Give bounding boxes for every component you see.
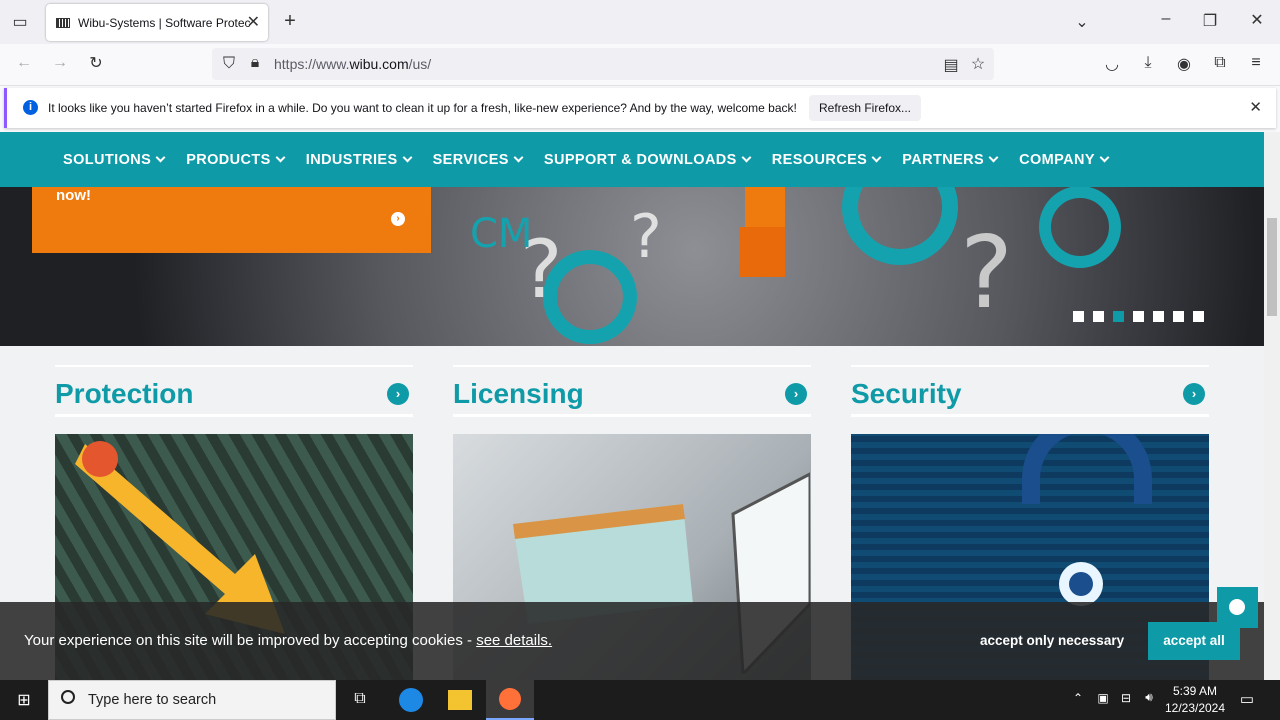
chevron-down-icon <box>741 152 752 163</box>
svg-text:CM: CM <box>470 211 532 257</box>
chevron-down-icon <box>1099 152 1110 163</box>
clock-date: 12/23/2024 <box>1164 701 1226 715</box>
close-notification-icon[interactable]: ✕ <box>1249 98 1262 116</box>
new-tab-icon[interactable]: + <box>280 10 300 33</box>
scrollbar-thumb[interactable] <box>1267 218 1277 316</box>
accept-necessary-button[interactable]: accept only necessary <box>980 633 1124 648</box>
list-tabs-icon[interactable]: ⌄ <box>1072 12 1092 32</box>
close-window-icon[interactable]: ✕ <box>1247 10 1267 30</box>
nav-support-downloads[interactable]: SUPPORT & DOWNLOADS <box>544 152 752 168</box>
downloads-icon[interactable]: ⤓ <box>1138 54 1158 72</box>
taskbar: ⊞ Type here to search ⧉ ⌃ ▣ ⊟ 🔊︎ 5:39 AM… <box>0 680 1280 720</box>
account-icon[interactable]: ◉ <box>1174 54 1194 74</box>
reload-icon[interactable]: ↻ <box>86 53 106 73</box>
slider-dot[interactable] <box>1073 311 1084 322</box>
bookmark-star-icon[interactable]: ☆ <box>969 54 987 74</box>
url-bar[interactable]: ⛉ 🔒︎ https://www.wibu.com/us/ ▤ ☆ <box>212 48 994 80</box>
nav-resources[interactable]: RESOURCES <box>772 152 882 168</box>
taskbar-search[interactable]: Type here to search <box>48 680 336 720</box>
arrow-right-icon[interactable]: › <box>785 383 807 405</box>
close-tab-icon[interactable]: ✕ <box>247 12 260 32</box>
info-icon: i <box>23 100 38 115</box>
nav-services[interactable]: SERVICES <box>433 152 524 168</box>
shield-icon[interactable]: ⛉ <box>220 55 238 73</box>
scroll-to-top-button[interactable] <box>1217 587 1258 628</box>
chevron-down-icon <box>513 152 524 163</box>
search-placeholder: Type here to search <box>88 692 217 708</box>
hero-callout-text: now! <box>56 187 91 204</box>
task-view-icon[interactable]: ⧉ <box>350 690 370 708</box>
hero-callout[interactable]: now! › <box>32 187 431 253</box>
minimize-icon[interactable]: – <box>1156 10 1176 28</box>
slider-dots <box>1073 311 1204 322</box>
refresh-firefox-button[interactable]: Refresh Firefox... <box>809 95 921 121</box>
notification-message: It looks like you haven’t started Firefo… <box>48 101 797 115</box>
nav-industries[interactable]: INDUSTRIES <box>306 152 413 168</box>
tab-wibu[interactable]: Wibu-Systems | Software Protec ✕ <box>46 4 268 41</box>
nav-toolbar: ← → ↻ ⛉ 🔒︎ https://www.wibu.com/us/ ▤ ☆ … <box>0 44 1280 86</box>
pocket-icon[interactable]: ◡ <box>1102 54 1122 74</box>
card-title[interactable]: Protection <box>55 378 193 410</box>
notifications-icon[interactable]: ▭ <box>1238 690 1256 708</box>
reader-view-icon[interactable]: ▤ <box>942 55 960 75</box>
file-explorer-icon[interactable] <box>448 690 472 710</box>
volume-icon[interactable]: 🔊︎ <box>1141 690 1157 705</box>
arrow-right-icon[interactable]: › <box>391 212 405 226</box>
nav-products[interactable]: PRODUCTS <box>186 152 286 168</box>
tab-strip: ▭ Wibu-Systems | Software Protec ✕ + ⌄ –… <box>0 0 1280 44</box>
chevron-down-icon <box>402 152 413 163</box>
cookie-message: Your experience on this site will be imp… <box>24 632 553 649</box>
slider-dot[interactable] <box>1153 311 1164 322</box>
svg-text:?: ? <box>960 214 1013 331</box>
meet-now-icon[interactable]: ▣ <box>1095 691 1111 705</box>
cookie-banner: Your experience on this site will be imp… <box>0 602 1264 680</box>
arrow-right-icon[interactable]: › <box>387 383 409 405</box>
clock-time: 5:39 AM <box>1172 684 1218 698</box>
chevron-down-icon <box>155 152 166 163</box>
chevron-down-icon <box>275 152 286 163</box>
firefox-taskbar-button[interactable] <box>486 680 534 720</box>
notification-bar: i It looks like you haven’t started Fire… <box>4 88 1276 128</box>
site-nav: SOLUTIONS PRODUCTS INDUSTRIES SERVICES S… <box>0 132 1264 187</box>
lock-icon[interactable]: 🔒︎ <box>246 54 264 72</box>
chevron-down-icon <box>871 152 882 163</box>
extensions-icon[interactable]: ⧉ <box>1210 54 1230 72</box>
slider-dot[interactable] <box>1133 311 1144 322</box>
card-title[interactable]: Security <box>851 378 962 410</box>
nav-partners[interactable]: PARTNERS <box>902 152 999 168</box>
menu-icon[interactable]: ≡ <box>1246 54 1266 72</box>
page-scrollbar[interactable] <box>1264 132 1280 680</box>
back-icon[interactable]: ← <box>14 54 34 72</box>
edge-icon[interactable] <box>399 688 423 712</box>
nav-company[interactable]: COMPANY <box>1019 152 1110 168</box>
slider-dot[interactable] <box>1093 311 1104 322</box>
svg-text:?: ? <box>630 202 662 272</box>
chevron-down-icon <box>988 152 999 163</box>
forward-icon[interactable]: → <box>50 54 70 72</box>
firefox-icon <box>499 688 521 710</box>
slider-dot[interactable] <box>1193 311 1204 322</box>
nav-solutions[interactable]: SOLUTIONS <box>63 152 166 168</box>
slider-dot[interactable] <box>1173 311 1184 322</box>
clock[interactable]: 5:39 AM 12/23/2024 <box>1162 684 1228 715</box>
hero-background-image: ? ? ? CM <box>470 187 1121 344</box>
network-icon[interactable]: ⊟ <box>1118 691 1134 705</box>
wibu-favicon-icon <box>56 17 70 28</box>
restore-icon[interactable]: ❐ <box>1200 11 1220 31</box>
tab-title: Wibu-Systems | Software Protec <box>78 15 250 30</box>
show-hidden-icons-icon[interactable]: ⌃ <box>1070 691 1086 705</box>
page-content: SOLUTIONS PRODUCTS INDUSTRIES SERVICES S… <box>0 132 1264 680</box>
card-title[interactable]: Licensing <box>453 378 584 410</box>
tab-overview-icon[interactable]: ▭ <box>10 12 30 32</box>
search-icon <box>61 690 75 704</box>
windows-start-icon[interactable]: ⊞ <box>14 690 34 710</box>
url-text: https://www.wibu.com/us/ <box>274 56 432 72</box>
hero-slider: ? ? ? CM now! › <box>0 187 1264 346</box>
see-details-link[interactable]: see details. <box>476 632 552 649</box>
slider-dot-active[interactable] <box>1113 311 1124 322</box>
arrow-right-icon[interactable]: › <box>1183 383 1205 405</box>
